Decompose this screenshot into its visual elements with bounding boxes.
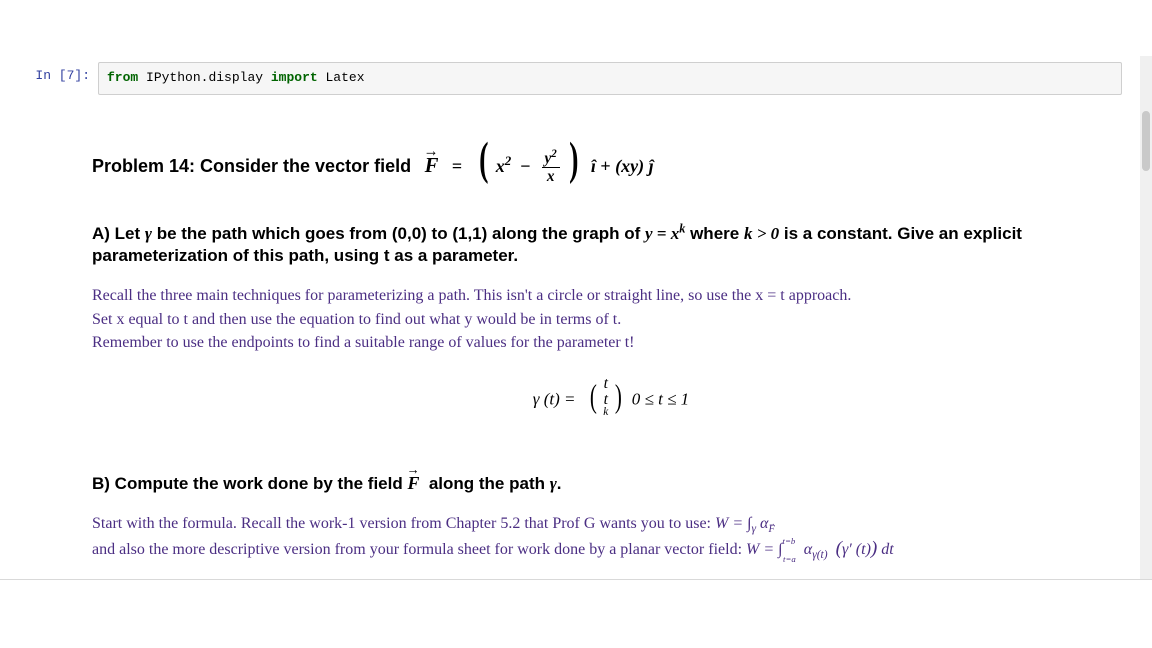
vector-F-b: F	[407, 471, 419, 495]
hint-b-line-1: Start with the formula. Recall the work-…	[92, 515, 715, 532]
symbol-name: Latex	[326, 70, 365, 85]
hint-line-3: Remember to use the endpoints to find a …	[92, 334, 634, 351]
scrollbar-thumb[interactable]	[1142, 111, 1150, 171]
fraction-y2-over-x: y2 x	[542, 151, 560, 185]
part-a-hints: Recall the three main techniques for par…	[92, 284, 1130, 354]
part-b-hints: Start with the formula. Recall the work-…	[92, 512, 1130, 563]
t-range: 0 ≤ t ≤ 1	[632, 390, 689, 409]
term-xy: (xy)	[615, 156, 649, 176]
content-area: In [7]: from IPython.display import Late…	[0, 56, 1152, 580]
hint-line-1: Recall the three main techniques for par…	[92, 287, 851, 304]
kw-import: import	[271, 70, 318, 85]
term-x2: x2	[496, 156, 516, 176]
column-vector: t tk	[603, 376, 608, 425]
minus-sign: −	[520, 156, 530, 176]
gamma-lhs: γ (t) =	[533, 390, 576, 409]
part-b-header: B) Compute the work done by the field F …	[92, 471, 1130, 496]
heading-text: Problem 14: Consider the vector field	[92, 156, 411, 176]
part-a-header: A) Let γ be the path which goes from (0,…	[92, 223, 1130, 269]
hint-line-2: Set x equal to t and then use the equati…	[92, 311, 621, 328]
hint-b-line-2: and also the more descriptive version fr…	[92, 541, 746, 558]
problem-heading: Problem 14: Consider the vector field F …	[92, 139, 1130, 185]
code-cell: In [7]: from IPython.display import Late…	[0, 56, 1152, 99]
eq-sign: =	[452, 156, 462, 176]
rendered-output: Problem 14: Consider the vector field F …	[92, 139, 1130, 573]
paren-close-icon: )	[569, 141, 578, 178]
i-hat: î	[591, 156, 596, 176]
work-formula-1: W = ∫γ αF	[715, 515, 775, 532]
code-input-area[interactable]: from IPython.display import Latex	[98, 62, 1122, 95]
plus-sign: +	[600, 156, 610, 176]
gamma-equation: γ (t) = ( t tk ) 0 ≤ t ≤ 1	[92, 376, 1130, 425]
module-name: IPython.display	[146, 70, 263, 85]
paren-open-icon: (	[479, 141, 488, 178]
top-letterbox	[0, 0, 1152, 56]
work-formula-2: W = ∫t=bt=a αγ(t) (γ′ (t)) dt	[746, 541, 894, 558]
j-hat: ĵ	[649, 156, 654, 176]
col-paren-open-icon: (	[590, 384, 597, 410]
col-paren-close-icon: )	[614, 384, 621, 410]
vector-F: F	[425, 153, 439, 181]
cell-prompt: In [7]:	[0, 62, 98, 83]
bottom-letterbox	[0, 579, 1152, 648]
notebook-root: In [7]: from IPython.display import Late…	[0, 0, 1152, 648]
kw-from: from	[107, 70, 138, 85]
